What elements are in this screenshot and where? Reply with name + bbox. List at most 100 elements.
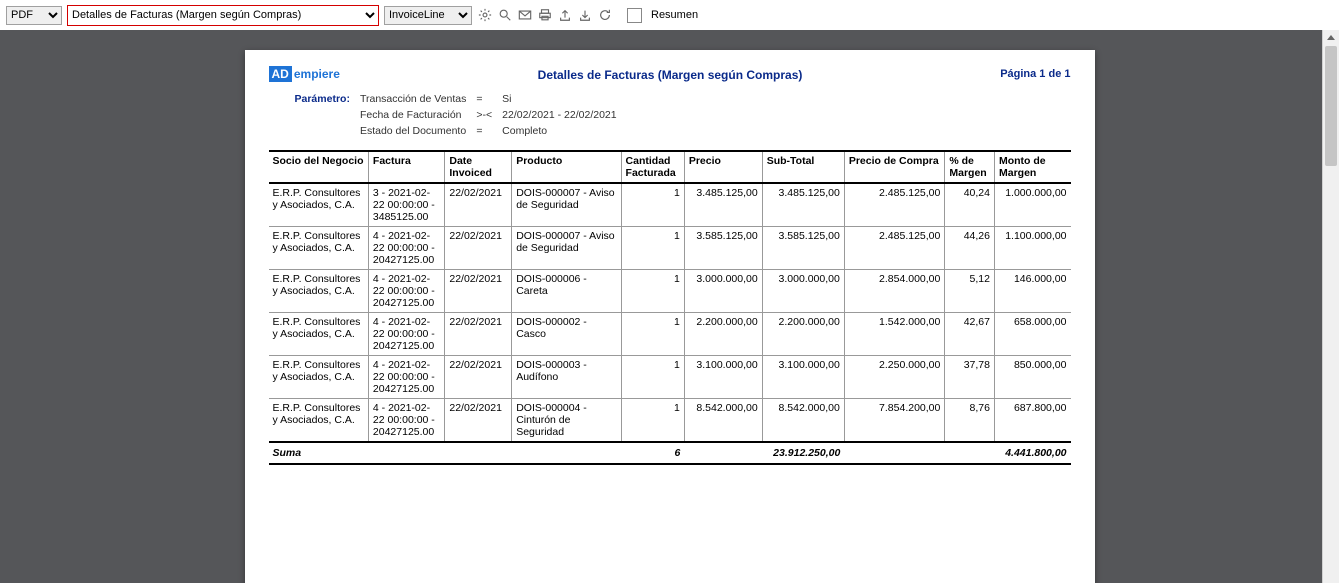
- cell-factura: 4 - 2021-02-22 00:00:00 - 20427125.00: [368, 270, 444, 313]
- col-cantidad: Cantidad Facturada: [621, 151, 684, 183]
- param-op: =: [472, 124, 496, 138]
- cell-prod: DOIS-000003 - Audífono: [512, 356, 621, 399]
- cell-margen: 44,26: [945, 227, 995, 270]
- save-icon[interactable]: [577, 8, 592, 23]
- table-row: E.R.P. Consultores y Asociados, C.A.4 - …: [269, 313, 1071, 356]
- cell-date: 22/02/2021: [445, 399, 512, 443]
- cell-qty: 1: [621, 183, 684, 227]
- email-icon[interactable]: [517, 8, 532, 23]
- param-op: =: [472, 92, 496, 106]
- cell-sub: 3.585.125,00: [762, 227, 844, 270]
- col-date: Date Invoiced: [445, 151, 512, 183]
- cell-mmargen: 1.100.000,00: [994, 227, 1070, 270]
- search-icon[interactable]: [497, 8, 512, 23]
- cell-prod: DOIS-000007 - Aviso de Seguridad: [512, 227, 621, 270]
- resumen-label: Resumen: [651, 9, 698, 21]
- col-precio: Precio: [684, 151, 762, 183]
- scrollbar[interactable]: [1322, 30, 1339, 583]
- cell-precio: 3.485.125,00: [684, 183, 762, 227]
- cell-margen: 42,67: [945, 313, 995, 356]
- cell-socio: E.R.P. Consultores y Asociados, C.A.: [269, 183, 369, 227]
- col-margen: % de Margen: [945, 151, 995, 183]
- cell-prod: DOIS-000007 - Aviso de Seguridad: [512, 183, 621, 227]
- report-select-wrap: Detalles de Facturas (Margen según Compr…: [67, 5, 379, 26]
- cell-pcompra: 2.250.000,00: [844, 356, 945, 399]
- param-label: Parámetro:: [291, 92, 354, 106]
- cell-pcompra: 2.485.125,00: [844, 227, 945, 270]
- table-row: E.R.P. Consultores y Asociados, C.A.3 - …: [269, 183, 1071, 227]
- param-op: >-<: [472, 108, 496, 122]
- resumen-checkbox[interactable]: [627, 8, 642, 23]
- cell-pcompra: 2.854.000,00: [844, 270, 945, 313]
- cell-qty: 1: [621, 356, 684, 399]
- report-title: Detalles de Facturas (Margen según Compr…: [340, 66, 1000, 82]
- cell-precio: 3.100.000,00: [684, 356, 762, 399]
- cell-socio: E.R.P. Consultores y Asociados, C.A.: [269, 356, 369, 399]
- sum-qty: 6: [621, 442, 684, 464]
- data-table: Socio del Negocio Factura Date Invoiced …: [269, 150, 1071, 465]
- table-row: E.R.P. Consultores y Asociados, C.A.4 - …: [269, 356, 1071, 399]
- toolbar: PDF Detalles de Facturas (Margen según C…: [0, 0, 1339, 30]
- cell-pcompra: 7.854.200,00: [844, 399, 945, 443]
- cell-sub: 2.200.000,00: [762, 313, 844, 356]
- cell-prod: DOIS-000002 - Casco: [512, 313, 621, 356]
- col-producto: Producto: [512, 151, 621, 183]
- logo-text: empiere: [294, 67, 340, 81]
- cell-qty: 1: [621, 270, 684, 313]
- cell-margen: 40,24: [945, 183, 995, 227]
- cell-factura: 4 - 2021-02-22 00:00:00 - 20427125.00: [368, 313, 444, 356]
- col-pcompra: Precio de Compra: [844, 151, 945, 183]
- export-icon[interactable]: [557, 8, 572, 23]
- col-subtotal: Sub-Total: [762, 151, 844, 183]
- scrollbar-thumb[interactable]: [1325, 46, 1337, 166]
- logo: AD empiere: [269, 66, 340, 82]
- print-icon[interactable]: [537, 8, 552, 23]
- logo-mark: AD: [269, 66, 292, 82]
- report-select[interactable]: Detalles de Facturas (Margen según Compr…: [68, 6, 378, 25]
- param-value: Si: [498, 92, 620, 106]
- cell-mmargen: 146.000,00: [994, 270, 1070, 313]
- param-name: Estado del Documento: [356, 124, 470, 138]
- param-value: 22/02/2021 - 22/02/2021: [498, 108, 620, 122]
- cell-socio: E.R.P. Consultores y Asociados, C.A.: [269, 399, 369, 443]
- col-factura: Factura: [368, 151, 444, 183]
- scroll-up-icon[interactable]: [1323, 30, 1339, 44]
- cell-factura: 3 - 2021-02-22 00:00:00 - 3485125.00: [368, 183, 444, 227]
- table-row: E.R.P. Consultores y Asociados, C.A.4 - …: [269, 227, 1071, 270]
- parameters: Parámetro: Transacción de Ventas = Si Fe…: [289, 90, 623, 140]
- table-row: E.R.P. Consultores y Asociados, C.A.4 - …: [269, 399, 1071, 443]
- gear-icon[interactable]: [477, 8, 492, 23]
- cell-precio: 8.542.000,00: [684, 399, 762, 443]
- cell-date: 22/02/2021: [445, 356, 512, 399]
- page-number: Página 1 de 1: [1000, 66, 1070, 80]
- cell-qty: 1: [621, 227, 684, 270]
- view-select[interactable]: InvoiceLine: [384, 6, 472, 25]
- cell-sub: 3.485.125,00: [762, 183, 844, 227]
- refresh-icon[interactable]: [597, 8, 612, 23]
- cell-mmargen: 850.000,00: [994, 356, 1070, 399]
- cell-qty: 1: [621, 399, 684, 443]
- param-value: Completo: [498, 124, 620, 138]
- cell-margen: 37,78: [945, 356, 995, 399]
- cell-mmargen: 687.800,00: [994, 399, 1070, 443]
- cell-margen: 5,12: [945, 270, 995, 313]
- cell-qty: 1: [621, 313, 684, 356]
- cell-pcompra: 1.542.000,00: [844, 313, 945, 356]
- sum-mmargen: 4.441.800,00: [994, 442, 1070, 464]
- sum-label: Suma: [269, 442, 622, 464]
- cell-margen: 8,76: [945, 399, 995, 443]
- cell-sub: 3.000.000,00: [762, 270, 844, 313]
- cell-precio: 2.200.000,00: [684, 313, 762, 356]
- param-name: Fecha de Facturación: [356, 108, 470, 122]
- cell-socio: E.R.P. Consultores y Asociados, C.A.: [269, 227, 369, 270]
- cell-date: 22/02/2021: [445, 183, 512, 227]
- table-row: E.R.P. Consultores y Asociados, C.A.4 - …: [269, 270, 1071, 313]
- param-name: Transacción de Ventas: [356, 92, 470, 106]
- cell-sub: 3.100.000,00: [762, 356, 844, 399]
- cell-prod: DOIS-000006 - Careta: [512, 270, 621, 313]
- format-select[interactable]: PDF: [6, 6, 62, 25]
- cell-factura: 4 - 2021-02-22 00:00:00 - 20427125.00: [368, 356, 444, 399]
- cell-date: 22/02/2021: [445, 227, 512, 270]
- cell-date: 22/02/2021: [445, 313, 512, 356]
- cell-sub: 8.542.000,00: [762, 399, 844, 443]
